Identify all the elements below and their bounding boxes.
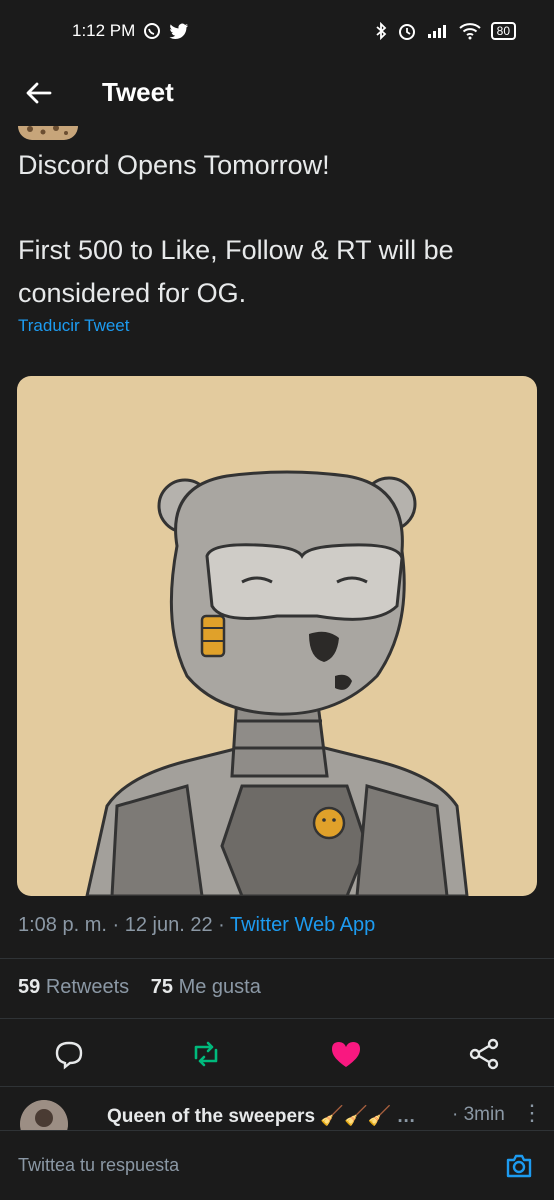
otter-nft-illustration — [85, 470, 469, 896]
twitter-icon — [169, 23, 189, 39]
bluetooth-icon — [376, 22, 386, 40]
more-options-icon[interactable]: ⋮ — [521, 1100, 543, 1126]
tweet-time: 1:08 p. m. — [18, 914, 107, 936]
broom-emoji: 🧹🧹🧹 — [320, 1106, 392, 1127]
camera-icon[interactable] — [504, 1151, 534, 1181]
share-icon[interactable] — [466, 1036, 502, 1072]
tweet-date: 12 jun. 22 — [124, 914, 213, 936]
likes-stat[interactable]: 75 Me gusta — [151, 976, 261, 998]
signal-icon — [427, 25, 446, 38]
retweet-icon[interactable] — [188, 1036, 224, 1072]
tweet-meta: 1:08 p. m. · 12 jun. 22 · Twitter Web Ap… — [18, 914, 376, 936]
app-header: Tweet — [0, 62, 554, 124]
reply-author-name[interactable]: Queen of the sweepers 🧹🧹🧹 … — [107, 1104, 416, 1128]
tweet-image[interactable] — [17, 376, 537, 896]
reply-input-placeholder[interactable]: Twittea tu respuesta — [18, 1155, 179, 1176]
whatsapp-icon — [144, 23, 161, 39]
tweet-line-2: First 500 to Like, Follow & RT will be c… — [18, 235, 454, 308]
divider — [0, 958, 554, 959]
page-title: Tweet — [102, 77, 174, 107]
tweet-stats: 59 Retweets 75 Me gusta — [18, 976, 261, 999]
divider — [0, 1018, 554, 1019]
tweet-source-link[interactable]: Twitter Web App — [230, 914, 375, 936]
tweet-text: Discord Opens Tomorrow! First 500 to Lik… — [18, 144, 538, 315]
like-heart-icon[interactable] — [328, 1036, 364, 1072]
battery-icon: 80 — [490, 22, 516, 40]
alarm-icon — [398, 24, 415, 40]
author-avatar-partial[interactable] — [18, 126, 78, 140]
reply-time: · 3min — [452, 1104, 505, 1125]
status-icons: 80 — [375, 21, 516, 41]
tweet-actions — [0, 1032, 554, 1076]
reply-icon[interactable] — [51, 1036, 87, 1072]
translate-tweet-link[interactable]: Traducir Tweet — [18, 316, 130, 336]
back-arrow-icon[interactable] — [24, 78, 54, 108]
reply-composer[interactable]: Twittea tu respuesta — [0, 1130, 554, 1200]
status-bar: 1:12 PM 80 — [0, 0, 554, 62]
retweets-stat[interactable]: 59 Retweets — [18, 976, 129, 998]
tweet-line-1: Discord Opens Tomorrow! — [18, 150, 330, 180]
status-time: 1:12 PM — [72, 21, 136, 40]
wifi-icon — [458, 23, 481, 40]
divider — [0, 1086, 554, 1087]
tweet-screen: 1:12 PM 80 Tweet Discord Opens Tomorrow!… — [0, 0, 554, 1200]
